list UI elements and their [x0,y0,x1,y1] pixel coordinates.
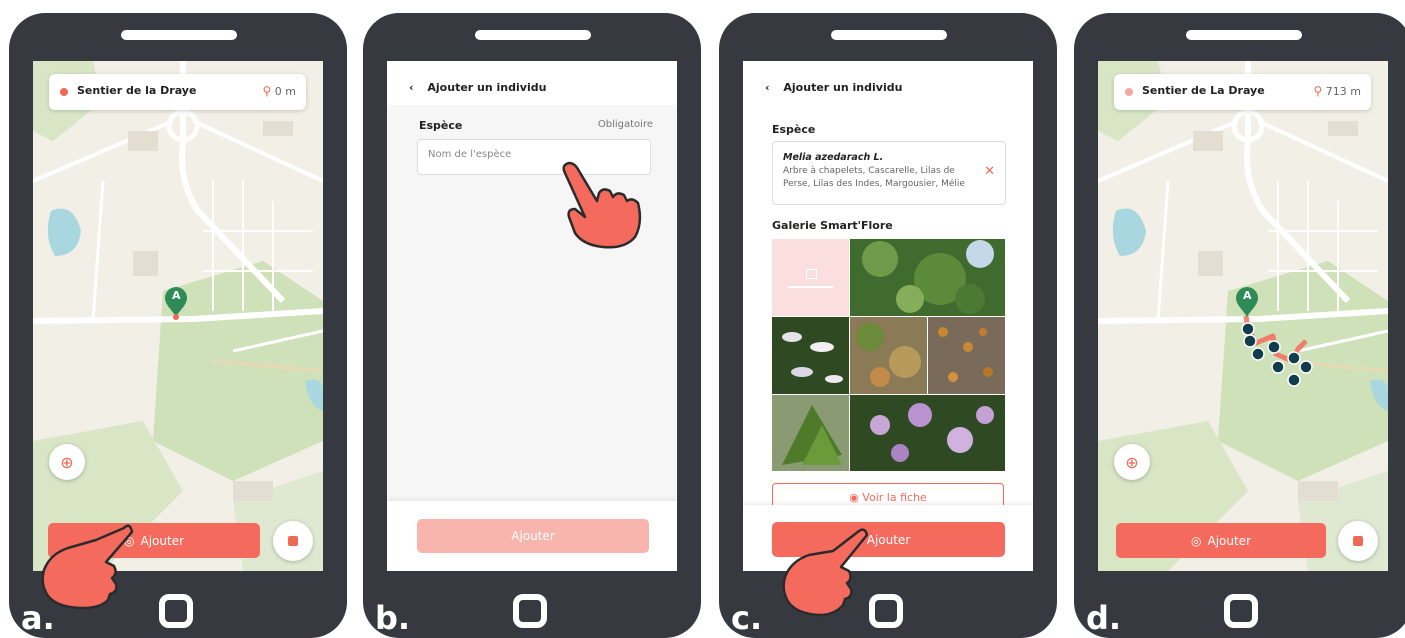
image-icon [806,269,817,279]
gallery-photo-5[interactable] [772,395,849,471]
trail-name: Sentier de la Draye [77,84,197,97]
phone-frame-d: A Sentier de La Draye ⚲ 713 m ⊕ ◎ Ajoute… [1074,13,1405,638]
add-button-label: Ajouter [511,529,555,543]
phone-frame-c: ‹ Ajouter un individu Espèce Melia azeda… [719,13,1057,638]
trail-distance: ⚲ 0 m [262,84,296,98]
step-label-d: d. [1086,599,1122,637]
phone-speaker [475,30,591,40]
home-button [1224,594,1258,628]
trail-distance: ⚲ 713 m [1313,84,1361,98]
location-pin-icon: ◎ [1191,533,1202,548]
route-pin-icon: ⚲ [262,84,272,98]
add-individual-screen-c: ‹ Ajouter un individu Espèce Melia azeda… [743,61,1033,571]
stop-button[interactable] [1338,521,1378,561]
trail-header-card[interactable]: Sentier de la Draye ⚲ 0 m [49,74,306,110]
species-label: Espèce [419,119,463,132]
gallery-photo-4[interactable] [928,317,1005,394]
home-button [513,594,547,628]
trail-header-card[interactable]: Sentier de La Draye ⚲ 713 m [1114,74,1371,110]
route-pin-icon: ⚲ [1313,84,1323,98]
species-selection[interactable]: Melia azedarach L. Arbre à chapelets, Ca… [772,141,1006,205]
status-dot [1125,88,1133,96]
gallery-label: Galerie Smart'Flore [772,219,893,232]
trail-distance-value: 713 m [1325,85,1361,98]
gallery-photo-3[interactable] [850,317,927,394]
species-input-placeholder: Nom de l'espèce [428,149,512,160]
screen-header: ‹ Ajouter un individu [409,81,546,94]
map-screen-a[interactable]: A Sentier de la Draye ⚲ 0 m ⊕ ◎ Ajouter [33,61,323,571]
close-icon[interactable]: ✕ [984,164,995,179]
species-scientific-name: Melia azedarach L. [783,152,884,163]
placeholder-bar [788,286,833,288]
locate-button[interactable]: ⊕ [1114,444,1150,480]
species-common-names-line1: Arbre à chapelets, Cascarelle, Lilas de [783,166,955,176]
crosshair-icon: ⊕ [60,452,74,472]
home-button [869,594,903,628]
add-button-label: Ajouter [140,533,184,548]
add-button-label: Ajouter [866,532,911,547]
screen-title: Ajouter un individu [427,81,547,94]
stop-button[interactable] [273,521,313,561]
gallery-photo-6[interactable] [850,395,1005,471]
eye-icon: ◉ [849,491,859,504]
pointing-hand-icon [782,528,869,617]
gallery-photo-1[interactable] [850,239,1005,316]
gallery-placeholder[interactable] [772,239,849,316]
phone-speaker [1186,30,1302,40]
photo-gallery [772,239,1005,471]
step-label-b: b. [375,599,411,637]
screen-title: Ajouter un individu [783,81,903,94]
map-screen-d[interactable]: A Sentier de La Draye ⚲ 713 m ⊕ ◎ Ajoute… [1098,61,1388,571]
start-marker-label: A [1243,289,1252,302]
gallery-photo-2[interactable] [772,317,849,394]
add-button-disabled[interactable]: Ajouter [417,519,649,553]
phone-speaker [831,30,947,40]
species-common-names-line2: Perse, Lilas des Indes, Margousier, Méli… [783,179,965,189]
trail-name: Sentier de La Draye [1142,84,1265,97]
species-label: Espèce [772,123,816,136]
required-label: Obligatoire [597,119,653,130]
pointing-hand-icon [41,524,134,610]
home-button [159,594,193,628]
view-sheet-label: Voir la fiche [862,491,927,504]
crosshair-icon: ⊕ [1125,452,1139,472]
add-button-label: Ajouter [1207,533,1251,548]
chevron-left-icon[interactable]: ‹ [765,81,770,94]
add-button[interactable]: ◎ Ajouter [1116,523,1326,558]
screen-header: ‹ Ajouter un individu [765,81,902,94]
add-individual-screen-b: ‹ Ajouter un individu Espèce Obligatoire… [387,61,677,571]
locate-button[interactable]: ⊕ [49,444,85,480]
start-marker-label: A [172,289,181,302]
phone-frame-b: ‹ Ajouter un individu Espèce Obligatoire… [363,13,701,638]
chevron-left-icon[interactable]: ‹ [409,81,414,94]
status-dot [60,88,68,96]
step-label-c: c. [731,599,763,637]
phone-speaker [121,30,237,40]
pointing-hand-icon [562,161,642,249]
trail-distance-value: 0 m [274,85,296,98]
